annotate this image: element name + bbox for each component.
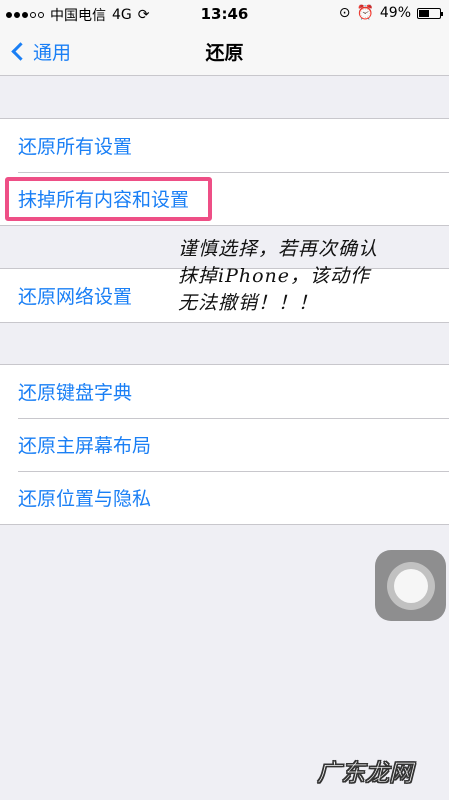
status-bar: 中国电信 4G ⟳ 13:46 ⊙ ⏰ 49% [0,0,449,28]
battery-percent: 49% [379,5,411,21]
alarm-icon: ⏰ [356,5,374,21]
erase-all-content-cell[interactable]: 抹掉所有内容和设置 [0,172,449,225]
reset-all-settings-cell[interactable]: 还原所有设置 [0,119,449,172]
status-bar-right: ⊙ ⏰ 49% [338,5,443,21]
reset-location-privacy-cell[interactable]: 还原位置与隐私 [0,471,449,524]
reset-group-3: 还原键盘字典 还原主屏幕布局 还原位置与隐私 [0,364,449,525]
assistive-touch-button[interactable] [375,550,446,621]
reset-group-1: 还原所有设置 抹掉所有内容和设置 [0,118,449,226]
assistive-touch-icon [393,568,428,603]
warning-annotation: 谨慎选择，若再次确认 抹掉iPhone，该动作 无法撤销！！！ [178,236,448,317]
navigation-bar: 通用 还原 [0,28,449,76]
battery-icon [417,7,443,19]
watermark-text: 广东龙网 [317,759,414,788]
reset-keyboard-dictionary-cell[interactable]: 还原键盘字典 [0,365,449,418]
reset-home-screen-layout-cell[interactable]: 还原主屏幕布局 [0,418,449,471]
page-title: 还原 [205,42,244,64]
annotation-line: 无法撤销！！！ [178,292,319,314]
annotation-line: 抹掉iPhone，该动作 [178,265,371,287]
annotation-line: 谨慎选择，若再次确认 [178,238,379,260]
rotation-lock-icon: ⊙ [338,5,351,21]
